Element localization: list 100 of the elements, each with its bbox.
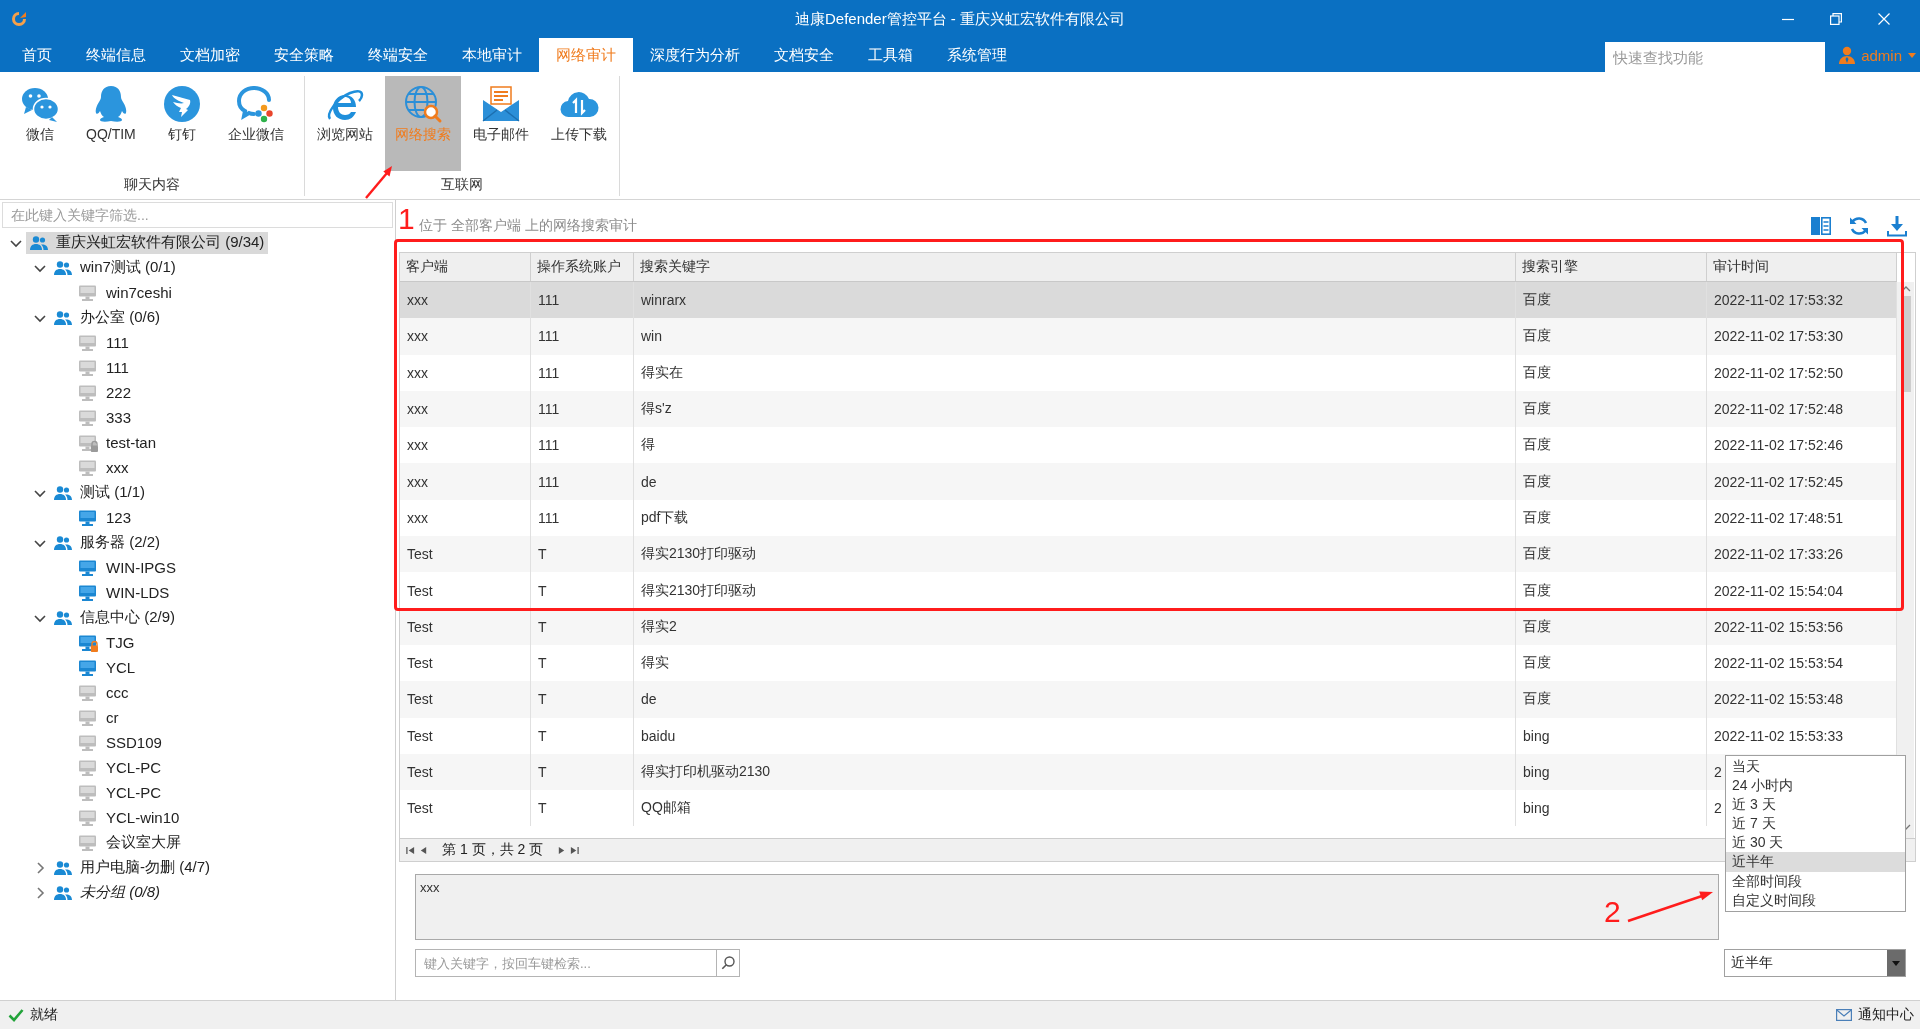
table-cell: T — [538, 546, 547, 563]
dropdown-option[interactable]: 全部时间段 — [1726, 871, 1905, 891]
menu-tab[interactable]: 文档加密 — [163, 38, 257, 72]
dropdown-option[interactable]: 24 小时内 — [1726, 775, 1905, 795]
table-cell: 得 — [641, 436, 655, 455]
tree-item[interactable]: YCL-win10 — [74, 806, 184, 829]
tree-item[interactable]: YCL — [74, 656, 140, 679]
tree-item[interactable]: 111 — [74, 356, 133, 379]
tree-item[interactable]: WIN-LDS — [74, 581, 174, 604]
table-cell: 2022-11-02 17:48:51 — [1714, 509, 1843, 526]
table-cell: 得实 — [641, 654, 669, 673]
ribbon-button[interactable]: 电子邮件 — [462, 76, 539, 171]
tree-item[interactable]: 333 — [74, 406, 136, 429]
table-cell: T — [538, 691, 547, 708]
next-page-icon[interactable] — [557, 845, 567, 855]
tree-item[interactable]: 信息中心 (2/9) — [50, 606, 179, 629]
table-cell: 111 — [538, 364, 560, 381]
column-header[interactable]: 操作系统账户 — [531, 253, 634, 281]
tree-item[interactable]: YCL-PC — [74, 756, 165, 779]
time-range-dropdown[interactable]: 近半年 — [1724, 949, 1906, 977]
menu-tab[interactable]: 系统管理 — [930, 38, 1024, 72]
dropdown-option[interactable]: 近 7 天 — [1726, 814, 1905, 834]
last-page-icon[interactable] — [570, 845, 580, 855]
tree-item[interactable]: cr — [74, 706, 123, 729]
ribbon-button[interactable]: 上传下载 — [540, 76, 617, 171]
people-icon — [54, 884, 72, 901]
caret-icon[interactable] — [1887, 950, 1905, 976]
check-icon — [8, 1008, 24, 1022]
columns-icon[interactable] — [1810, 215, 1832, 237]
menu-tab[interactable]: 文档安全 — [757, 38, 851, 72]
menu-tab[interactable]: 首页 — [5, 38, 69, 72]
tree-item[interactable]: 222 — [74, 381, 136, 404]
tree-item[interactable]: 111 — [74, 331, 133, 354]
table-cell: bing — [1523, 800, 1550, 817]
keyword-search-field[interactable]: 键入关键字，按回车键检索... — [415, 949, 716, 977]
search-icon[interactable] — [716, 949, 740, 977]
ribbon-button[interactable]: 浏览网站 — [306, 76, 383, 171]
user-icon — [1839, 46, 1856, 64]
table-cell: 111 — [538, 437, 560, 454]
menu-tab[interactable]: 本地审计 — [445, 38, 539, 72]
tree-item[interactable]: 服务器 (2/2) — [50, 531, 164, 554]
menu-tab[interactable]: 终端安全 — [351, 38, 445, 72]
first-page-icon[interactable] — [406, 845, 415, 855]
column-header[interactable]: 客户端 — [400, 253, 531, 281]
column-header[interactable]: 搜索关键字 — [634, 253, 1516, 281]
download-icon[interactable] — [1886, 215, 1908, 237]
globe-search-icon — [402, 84, 443, 124]
ribbon-button[interactable]: 企业微信 — [217, 76, 294, 171]
tree-item[interactable]: 未分组 (0/8) — [50, 881, 164, 904]
quick-search-field[interactable]: 快速查找功能 — [1605, 42, 1826, 72]
tree-item[interactable]: 123 — [74, 506, 136, 529]
tree-item[interactable]: WIN-IPGS — [74, 556, 180, 579]
previous-page-icon[interactable] — [419, 845, 428, 855]
table-cell: 111 — [538, 292, 560, 309]
filter-field[interactable]: 在此键入关键字筛选... — [2, 202, 393, 228]
envelope-icon — [1836, 1009, 1852, 1021]
menu-tab[interactable]: 深度行为分析 — [633, 38, 757, 72]
tree-item[interactable]: 重庆兴虹宏软件有限公司 (9/34) — [26, 231, 269, 254]
tree-item[interactable]: 用户电脑-勿删 (4/7) — [50, 856, 214, 879]
ribbon-button[interactable]: QQ/TIM — [76, 76, 146, 171]
dropdown-option[interactable]: 近半年 — [1726, 852, 1905, 872]
dropdown-option[interactable]: 近 30 天 — [1726, 833, 1905, 853]
tree-item[interactable]: 办公室 (0/6) — [50, 306, 164, 329]
table-cell: xxx — [407, 328, 428, 345]
tree-item[interactable]: test-tan — [74, 431, 161, 454]
tree-item[interactable]: YCL-PC — [74, 781, 165, 804]
table-cell: 2022-11-02 15:53:33 — [1714, 727, 1843, 744]
tree-item[interactable]: ccc — [74, 681, 133, 704]
caret-icon — [1908, 52, 1916, 58]
menu-tab[interactable]: 安全策略 — [257, 38, 351, 72]
menu-tab[interactable]: 终端信息 — [69, 38, 163, 72]
menu-tab[interactable]: 工具箱 — [851, 38, 930, 72]
column-header[interactable]: 搜索引擎 — [1516, 253, 1707, 281]
column-header[interactable]: 审计时间 — [1707, 253, 1897, 281]
refresh-icon[interactable] — [1848, 215, 1870, 237]
table-cell: Test — [407, 655, 433, 672]
table-cell: de — [641, 691, 657, 708]
table-cell: T — [538, 727, 547, 744]
tree-item[interactable]: win7ceshi — [74, 281, 176, 304]
ribbon-button[interactable]: 钉钉 — [151, 76, 212, 171]
dropdown-option[interactable]: 近 3 天 — [1726, 794, 1905, 815]
table-cell: xxx — [407, 292, 428, 309]
close-icon[interactable] — [1878, 13, 1890, 25]
table-cell: 百度 — [1523, 508, 1551, 527]
restore-icon[interactable] — [1830, 13, 1842, 25]
people-icon — [54, 309, 72, 326]
notification-center-button[interactable]: 通知中心 — [1836, 1006, 1914, 1024]
ribbon-button[interactable]: 微信 — [10, 76, 70, 171]
table-cell: pdf下载 — [641, 508, 689, 527]
tree-item[interactable]: SSD109 — [74, 731, 166, 754]
tree-item[interactable]: win7测试 (0/1) — [50, 256, 180, 279]
group-label: 聊天内容 — [123, 175, 180, 194]
tree-item[interactable]: xxx — [74, 456, 133, 479]
dropdown-option[interactable]: 自定义时间段 — [1726, 890, 1905, 910]
tree-item[interactable]: 测试 (1/1) — [50, 481, 149, 504]
table-cell: 111 — [538, 473, 560, 490]
table-cell: T — [538, 655, 547, 672]
tree-item[interactable]: 会议室大屏 — [74, 831, 185, 854]
tree-item[interactable]: TJG — [74, 631, 139, 654]
dropdown-option[interactable]: 当天 — [1726, 756, 1905, 776]
